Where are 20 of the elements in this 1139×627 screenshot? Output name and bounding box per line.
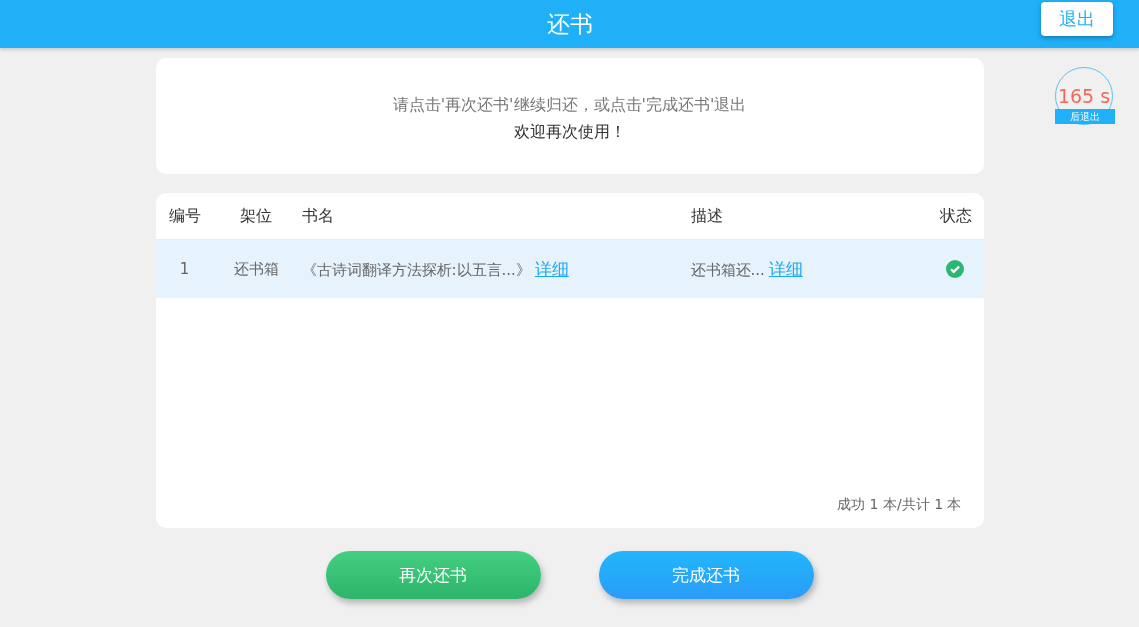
countdown-caption: 后退出 <box>1055 109 1115 124</box>
column-header: 描述 <box>690 205 724 227</box>
details-link[interactable]: 详细 <box>534 258 569 279</box>
summary-text: 成功 1 本/共计 1 本 <box>837 496 963 514</box>
continue-button[interactable]: 再次还书 <box>325 551 541 599</box>
column-header: 书名 <box>300 205 335 227</box>
exit-button[interactable]: 退出 <box>1041 2 1113 36</box>
description-cell: 还书箱还... <box>690 260 765 279</box>
details-link[interactable]: 详细 <box>768 258 803 279</box>
page-title: 还书 <box>546 9 593 39</box>
number-cell: 1 <box>179 260 190 278</box>
finish-button[interactable]: 完成还书 <box>598 551 814 599</box>
table-row[interactable]: 1 还书箱 《古诗词翻译方法探析:以五言...》 详细 还书箱还... 详细 <box>155 240 984 298</box>
column-header: 编号 <box>167 205 202 227</box>
column-header: 架位 <box>239 205 273 227</box>
shelf-cell: 还书箱 <box>233 259 279 278</box>
welcome-text: 欢迎再次使用！ <box>513 122 626 143</box>
column-header: 状态 <box>938 205 973 227</box>
instruction-text: 请点击'再次还书'继续归还，或点击'完成还书'退出 <box>392 95 747 116</box>
book-title: 《古诗词翻译方法探析:以五言...》 <box>301 260 531 279</box>
